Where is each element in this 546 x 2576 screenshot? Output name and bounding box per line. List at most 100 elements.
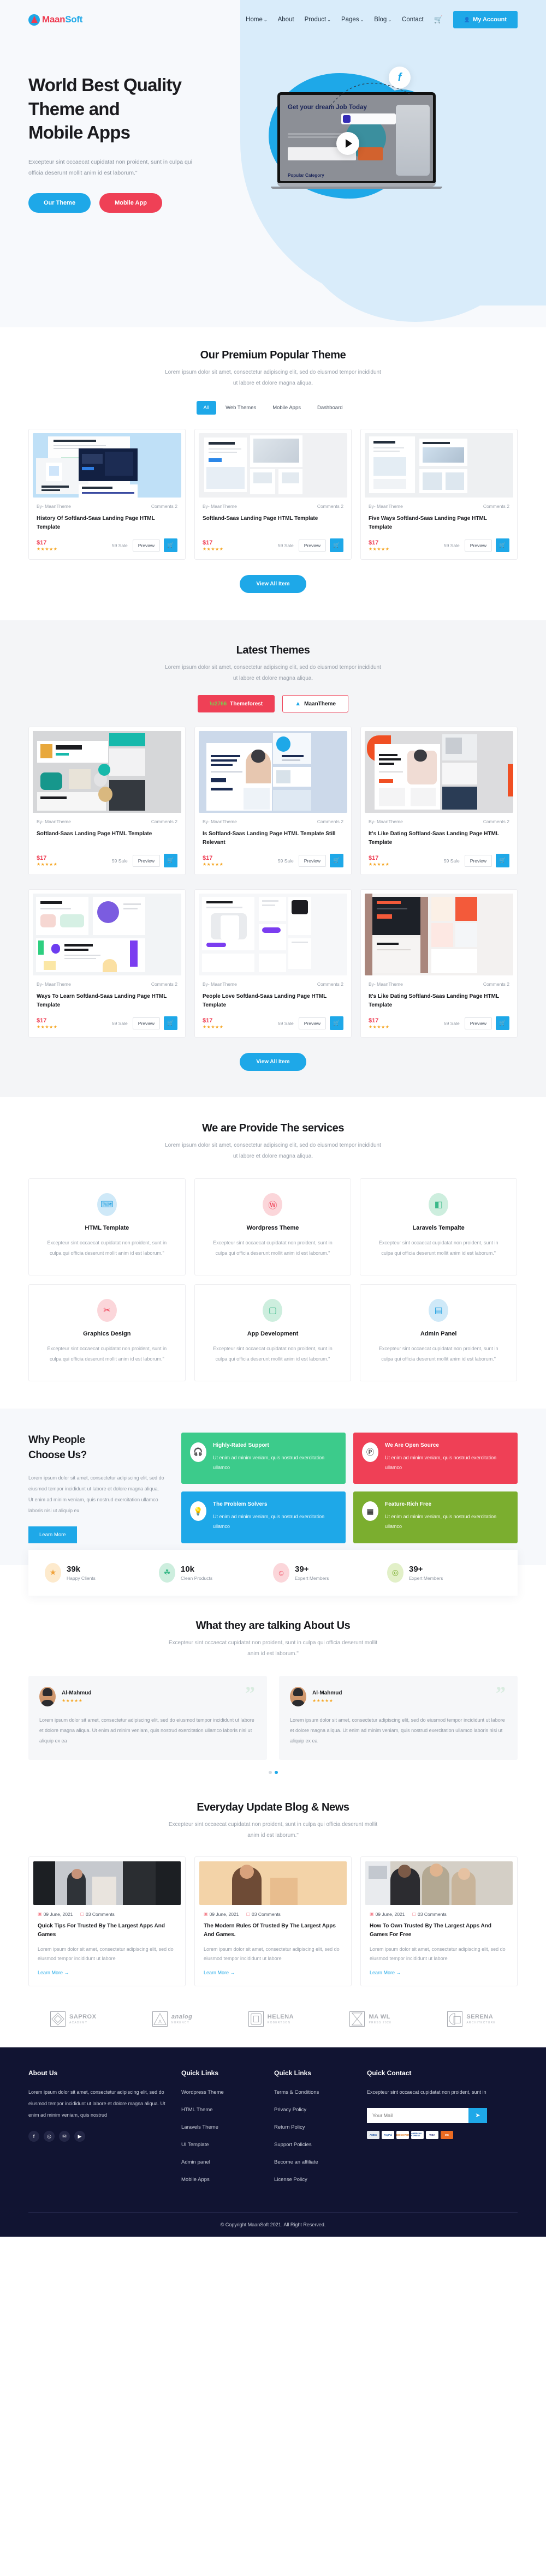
add-to-cart-button[interactable]: 🛒 [164,854,177,867]
feature-card-support[interactable]: 🎧 Highly-Rated Support Ut enim ad minim v… [181,1432,346,1484]
blog-learn-more-link[interactable]: Learn More → [38,1970,69,1975]
newsletter-email-input[interactable] [367,2107,468,2123]
preview-button[interactable]: Preview [298,539,326,552]
preview-button[interactable]: Preview [464,539,492,552]
carousel-dot-1[interactable] [268,1770,272,1774]
nav-item-blog[interactable]: Blog ⌄ [374,16,391,23]
preview-button[interactable]: Preview [132,854,160,867]
nav-item-home[interactable]: Home ⌄ [246,16,267,23]
theme-card[interactable]: By- MaanTheme Comments 2 Softland-Saas La… [28,727,186,875]
theme-title[interactable]: History Of Softland-Saas Landing Page HT… [37,514,177,532]
learn-more-button[interactable]: Learn More [28,1526,77,1543]
instagram-icon[interactable]: ◎ [44,2131,55,2142]
feature-card-problem-solvers[interactable]: 💡 The Problem Solvers Ut enim ad minim ve… [181,1491,346,1543]
view-all-latest-button[interactable]: View All Item [240,1053,306,1071]
blog-title[interactable]: Quick Tips For Trusted By The Largest Ap… [38,1922,176,1940]
preview-button[interactable]: Preview [298,1017,326,1029]
youtube-icon[interactable]: ▶ [74,2131,85,2142]
footer-link-html-theme[interactable]: HTML Theme [181,2107,213,2113]
theme-title[interactable]: It's Like Dating Softland-Saas Landing P… [369,830,509,847]
facebook-icon[interactable]: f [28,2131,39,2142]
footer-link-privacy[interactable]: Privacy Policy [274,2107,306,2113]
tab-maantheme[interactable]: ▲ MaanTheme [282,695,348,712]
tab-mobile-apps[interactable]: Mobile Apps [265,401,308,415]
blog-card[interactable]: ▣ 09 June, 2021 ▢ 03 Comments Quick Tips F… [28,1856,186,1986]
newsletter-send-button[interactable]: ➤ [468,2107,487,2123]
blog-title[interactable]: The Modern Rules Of Trusted By The Large… [204,1922,342,1940]
view-all-premium-button[interactable]: View All Item [240,575,306,593]
blog-card[interactable]: ▣ 09 June, 2021 ▢ 03 Comments How To Own T… [360,1856,518,1986]
theme-card[interactable]: By- MaanTheme Comments 2 People Love Soft… [194,889,352,1038]
feature-card-open-source[interactable]: Ⓟ We Are Open Source Ut enim ad minim ven… [353,1432,518,1484]
nav-item-contact[interactable]: Contact [402,16,424,23]
blog-card[interactable]: ▣ 09 June, 2021 ▢ 03 Comments The Modern R… [194,1856,352,1986]
add-to-cart-button[interactable]: 🛒 [496,854,509,867]
service-card[interactable]: ▢ App Development Excepteur sint occaeca… [194,1284,352,1381]
theme-card[interactable]: By- MaanTheme Comments 2 Ways To Learn So… [28,889,186,1038]
tab-all[interactable]: All [196,401,217,415]
add-to-cart-button[interactable]: 🛒 [330,538,343,552]
theme-title[interactable]: Softland-Saas Landing Page HTML Template [203,514,343,532]
footer-link-laravels-theme[interactable]: Laravels Theme [181,2124,218,2130]
service-card[interactable]: ◧ Laravels Tempalte Excepteur sint occae… [360,1178,517,1275]
theme-card[interactable]: By- MaanTheme Comments 2 History Of Soft… [28,429,186,560]
tab-dashboard[interactable]: Dashboard [310,401,349,415]
footer-link-mobile-apps[interactable]: Mobile Apps [181,2177,210,2183]
play-video-button[interactable] [336,132,359,155]
theme-card[interactable]: By- MaanTheme Comments 2 Five Ways Softl… [360,429,518,560]
feature-card-feature-rich[interactable]: ▦ Feature-Rich Free Ut enim ad minim veni… [353,1491,518,1543]
footer-about-text: Lorem ipsum dolor sit amet, consectetur … [28,2089,165,2118]
site-logo[interactable]: MaanSoft [28,14,82,26]
footer-link-license[interactable]: License Policy [274,2177,307,2183]
add-to-cart-button[interactable]: 🛒 [330,1016,343,1030]
theme-title[interactable]: Is Softland-Saas Landing Page HTML Templ… [203,830,343,847]
theme-card[interactable]: By- MaanTheme Comments 2 It's Like Dating… [360,889,518,1038]
footer-link-affiliate[interactable]: Become an affiliate [274,2159,318,2165]
footer-link-return-policy[interactable]: Return Policy [274,2124,305,2130]
blog-learn-more-link[interactable]: Learn More → [370,1970,401,1975]
preview-button[interactable]: Preview [464,854,492,867]
add-to-cart-button[interactable]: 🛒 [496,1016,509,1030]
service-card[interactable]: ✂ Graphics Design Excepteur sint occaeca… [28,1284,186,1381]
theme-price: $17 [203,539,213,546]
footer-link-wordpress-theme[interactable]: Wordpress Theme [181,2089,224,2095]
preview-button[interactable]: Preview [464,1017,492,1029]
theme-title[interactable]: People Love Softland-Saas Landing Page H… [203,992,343,1010]
preview-button[interactable]: Preview [298,854,326,867]
blog-title[interactable]: How To Own Trusted By The Largest Apps A… [370,1922,508,1940]
my-account-button[interactable]: 👤 My Account [453,11,518,28]
tab-web-themes[interactable]: Web Themes [218,401,263,415]
our-theme-button[interactable]: Our Theme [28,193,91,213]
footer-link-support-policies[interactable]: Support Policies [274,2142,312,2148]
preview-button[interactable]: Preview [132,539,160,552]
theme-card[interactable]: By- MaanTheme Comments 2 Softland-Saas L… [194,429,352,560]
nav-item-about[interactable]: About [278,16,294,23]
add-to-cart-button[interactable]: 🛒 [496,538,509,552]
blog-learn-more-link[interactable]: Learn More → [204,1970,235,1975]
service-card[interactable]: ▤ Admin Panel Excepteur sint occaecat cu… [360,1284,517,1381]
hero-illustration: f Get your dream Job Today Popular Categ… [263,62,518,213]
twitter-icon[interactable]: ✉ [59,2131,70,2142]
theme-title[interactable]: Five Ways Softland-Saas Landing Page HTM… [369,514,509,532]
carousel-dot-2[interactable] [274,1770,278,1774]
add-to-cart-button[interactable]: 🛒 [164,1016,177,1030]
mobile-app-button[interactable]: Mobile App [99,193,162,213]
theme-card[interactable]: By- MaanTheme Comments 2 Is Softland-Saas… [194,727,352,875]
cart-icon[interactable]: 🛒 [434,15,443,24]
theme-title[interactable]: Ways To Learn Softland-Saas Landing Page… [37,992,177,1010]
theme-title[interactable]: It's Like Dating Softland-Saas Landing P… [369,992,509,1010]
nav-item-product[interactable]: Product ⌄ [305,16,331,23]
nav-item-pages[interactable]: Pages ⌄ [341,16,364,23]
add-to-cart-button[interactable]: 🛒 [330,854,343,867]
tab-themeforest[interactable]: \u2766 Themeforest [198,695,275,712]
footer-link-admin-panel[interactable]: Admin panel [181,2159,210,2165]
service-card[interactable]: Ⓦ Wordpress Theme Excepteur sint occaeca… [194,1178,352,1275]
service-card[interactable]: ⌨ HTML Template Excepteur sint occaecat … [28,1178,186,1275]
blog-comments: ▢ 03 Comments [80,1912,114,1917]
theme-title[interactable]: Softland-Saas Landing Page HTML Template [37,830,177,847]
footer-link-terms[interactable]: Terms & Conditions [274,2089,319,2095]
add-to-cart-button[interactable]: 🛒 [164,538,177,552]
preview-button[interactable]: Preview [132,1017,160,1029]
theme-card[interactable]: By- MaanTheme Comments 2 It's Like Dating… [360,727,518,875]
footer-link-ui-template[interactable]: UI Template [181,2142,209,2148]
